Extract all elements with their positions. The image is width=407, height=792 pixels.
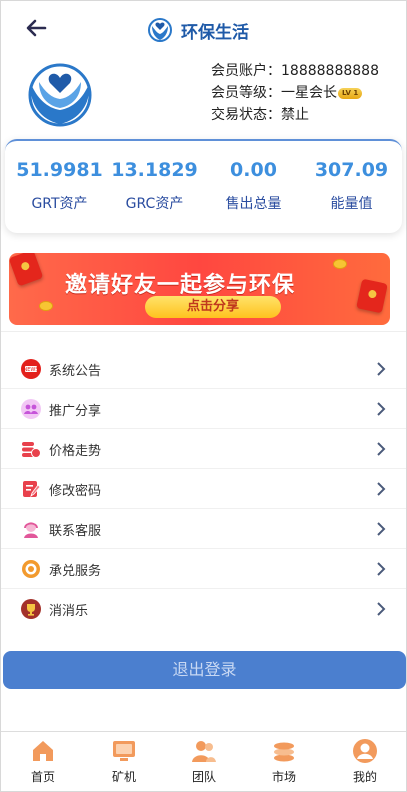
menu-label: 承兑服务 [49, 564, 102, 579]
brand-logo-icon [147, 17, 173, 43]
tab-label: 市场 [271, 770, 296, 784]
tab-label: 我的 [352, 770, 377, 784]
menu-item-match-game[interactable]: 消消乐 [1, 589, 406, 629]
home-icon [33, 741, 53, 761]
price-trend-icon [22, 442, 41, 458]
chevron-right-icon [377, 522, 386, 536]
header: 环保生活 [1, 1, 406, 57]
menu-label: 联系客服 [49, 524, 102, 539]
status-value: 禁止 [281, 107, 309, 123]
back-arrow-icon[interactable] [23, 15, 49, 41]
member-info: 会员账户： 18888888888 会员等级： 一星会长 LV 1 交易状态： 禁止 [211, 60, 379, 126]
logout-button[interactable]: 退出登录 [3, 651, 406, 689]
miner-icon [113, 741, 135, 761]
banner-title: 邀请好友一起参与环保 [65, 273, 296, 298]
level-value: 一星会长 [281, 85, 337, 101]
tab-team[interactable]: 团队 [174, 738, 234, 785]
avatar [28, 63, 92, 127]
market-icon [274, 742, 294, 762]
tab-market[interactable]: 市场 [254, 738, 314, 785]
tab-mine[interactable]: 我的 [335, 738, 395, 785]
level-row: 会员等级： 一星会长 LV 1 [211, 82, 379, 104]
menu-item-change-password[interactable]: 修改密码 [1, 469, 406, 509]
chevron-right-icon [377, 482, 386, 496]
menu-item-share[interactable]: 推广分享 [1, 389, 406, 429]
menu-label: 修改密码 [49, 484, 102, 499]
stat-label: GRC资产 [125, 196, 184, 212]
account-value: 18888888888 [281, 63, 379, 79]
account-row: 会员账户： 18888888888 [211, 60, 379, 82]
bottom-tab-bar: 首页 矿机 团队 市场 我的 [1, 731, 406, 791]
coin-icon [39, 301, 53, 311]
tab-label: 矿机 [111, 770, 136, 784]
share-icon [21, 399, 41, 419]
asset-stats-card: 51.9981 GRT资产 13.1829 GRC资产 0.00 售出总量 30… [5, 139, 402, 233]
red-envelope-icon [356, 278, 388, 314]
level-label: 会员等级： [211, 85, 281, 101]
exchange-service-icon [22, 560, 40, 578]
stat-grc: 13.1829 GRC资产 [105, 159, 204, 213]
menu-item-customer-service[interactable]: 联系客服 [1, 509, 406, 549]
chevron-right-icon [377, 362, 386, 376]
profile-icon [353, 739, 377, 763]
level-badge: LV 1 [338, 87, 363, 99]
announcement-icon: NEWS [21, 359, 41, 379]
chevron-right-icon [377, 562, 386, 576]
stat-value: 0.00 [230, 159, 277, 181]
stat-value: 51.9981 [16, 159, 103, 181]
team-icon [192, 741, 216, 762]
menu-item-price-trend[interactable]: 价格走势 [1, 429, 406, 469]
tab-home[interactable]: 首页 [13, 738, 73, 785]
account-label: 会员账户： [211, 63, 281, 79]
stat-energy: 307.09 能量值 [302, 159, 401, 213]
brand: 环保生活 [145, 15, 249, 45]
menu-item-announcement[interactable]: NEWS 系统公告 [1, 349, 406, 389]
coin-icon [333, 259, 347, 269]
svg-text:NEWS: NEWS [23, 367, 38, 373]
chevron-right-icon [377, 602, 386, 616]
menu-item-exchange-service[interactable]: 承兑服务 [1, 549, 406, 589]
profile-section: 会员账户： 18888888888 会员等级： 一星会长 LV 1 交易状态： 禁止 [1, 57, 406, 137]
level-badge-text: LV 1 [342, 89, 359, 97]
customer-service-icon [24, 522, 38, 538]
stat-sold-total: 0.00 售出总量 [204, 159, 303, 213]
menu-label: 价格走势 [49, 444, 102, 459]
menu-label: 消消乐 [49, 604, 89, 619]
tab-label: 团队 [191, 770, 216, 784]
tab-label: 首页 [30, 770, 55, 784]
menu-list: NEWS 系统公告 推广分享 价格走势 修改密码 联系客服 承兑服务 消消乐 [1, 349, 406, 629]
stat-label: 售出总量 [225, 196, 282, 212]
menu-label: 推广分享 [49, 404, 102, 419]
edit-password-icon [23, 481, 41, 497]
tab-miner[interactable]: 矿机 [94, 738, 154, 785]
divider [1, 331, 406, 332]
stat-value: 13.1829 [111, 159, 198, 181]
red-envelope-icon [9, 253, 44, 287]
share-button[interactable]: 点击分享 [145, 296, 281, 318]
chevron-right-icon [377, 442, 386, 456]
stat-grt: 51.9981 GRT资产 [10, 159, 109, 213]
page-title: 环保生活 [181, 22, 249, 43]
stat-label: 能量值 [330, 196, 373, 212]
invite-banner[interactable]: 邀请好友一起参与环保 点击分享 [9, 253, 390, 325]
status-label: 交易状态： [211, 107, 281, 123]
menu-label: 系统公告 [49, 364, 102, 379]
trophy-icon [21, 599, 41, 619]
stat-value: 307.09 [314, 159, 389, 181]
stat-label: GRT资产 [31, 196, 88, 212]
chevron-right-icon [377, 402, 386, 416]
status-row: 交易状态： 禁止 [211, 104, 379, 126]
